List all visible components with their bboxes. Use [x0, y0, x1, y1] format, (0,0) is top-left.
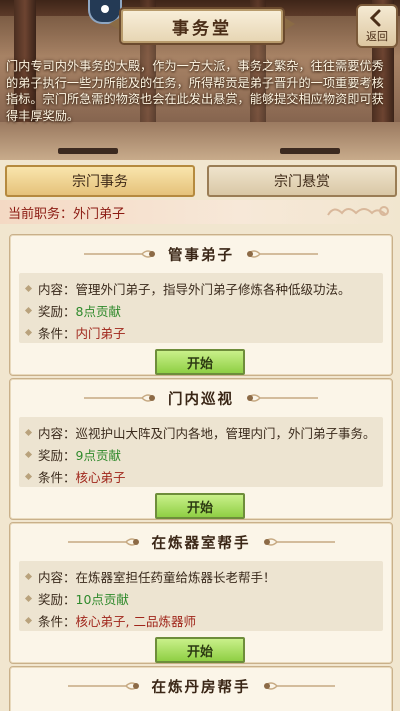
ornament-left-icon [67, 538, 139, 546]
quest-details: 内容： 巡视护山大阵及门内各地，管理内门，外门弟子事务。 奖励： 9点贡献 条件：核… [19, 417, 383, 487]
start-button[interactable]: 开始 [155, 349, 245, 375]
back-button[interactable]: 返回 [356, 4, 398, 48]
title-banner: 事务堂 [121, 9, 283, 43]
quest-details: 内容： 管理外门弟子，指导外门弟子修炼各种低级功法。 奖励： 8点贡献 条件： 内门弟… [19, 273, 383, 343]
quest-card: 在炼器室帮手 内容： 在炼器室担任药童给炼器长老帮手！ 奖励： 10点贡献 条件：核… [9, 522, 393, 664]
reward-label: 奖励： [38, 448, 76, 463]
tab-sect-bounties[interactable]: 宗门悬赏 [207, 165, 397, 197]
ornament-right-icon [246, 394, 318, 402]
quest-card: 管事弟子 内容： 管理外门弟子，指导外门弟子修炼各种低级功法。 奖励： 8点贡献 条… [9, 234, 393, 376]
quest-condition: 核心弟子 [75, 470, 126, 485]
quest-card: 在炼丹房帮手 [9, 666, 393, 711]
content-label: 内容： [38, 426, 76, 441]
quest-title: 在炼器室帮手 [151, 535, 251, 552]
content-label: 内容： [38, 570, 76, 585]
current-post-value: 外门弟子 [73, 206, 126, 222]
tab-bar: 宗门事务 宗门悬赏 [0, 165, 400, 197]
quest-details: 内容： 在炼器室担任药童给炼器长老帮手！ 奖励： 10点贡献 条件： 核心弟子, 二品… [19, 561, 383, 631]
quest-list[interactable]: 管事弟子 内容： 管理外门弟子，指导外门弟子修炼各种低级功法。 奖励： 8点贡献 条… [0, 228, 400, 711]
quest-content: 在炼器室担任药童给炼器长老帮手！ [75, 570, 276, 585]
ornament-left-icon [84, 394, 156, 402]
hall-description: 门内专司内外事务的大殿，作为一方大派，事务之繁杂，往往需要优秀的弟子执行一些力所… [6, 59, 384, 123]
current-post-label: 当前职务： [8, 206, 74, 222]
reward-label: 奖励： [38, 592, 76, 607]
ornament-right-icon [246, 250, 318, 258]
quest-reward: 9点贡献 [75, 448, 121, 463]
tab-sect-affairs[interactable]: 宗门事务 [5, 165, 195, 197]
quest-condition: 核心弟子, 二品炼器师 [75, 614, 196, 629]
back-label: 返回 [366, 30, 388, 43]
quest-card: 门内巡视 内容： 巡视护山大阵及门内各地，管理内门，外门弟子事务。 奖励： 9点贡献… [9, 378, 393, 520]
ornament-left-icon [67, 682, 139, 690]
ornament-left-icon [84, 250, 156, 258]
quest-content: 管理外门弟子，指导外门弟子修炼各种低级功法。 [75, 282, 351, 297]
back-arrow-icon [369, 9, 381, 27]
cloud-ornament-icon [327, 206, 389, 216]
quest-condition: 内门弟子 [75, 326, 126, 341]
quest-content: 巡视护山大阵及门内各地，管理内门，外门弟子事务。 [75, 426, 376, 441]
quest-title: 管事弟子 [168, 247, 234, 264]
quest-title: 门内巡视 [168, 391, 234, 408]
reward-label: 奖励： [38, 304, 76, 319]
start-button[interactable]: 开始 [155, 493, 245, 519]
quest-title: 在炼丹房帮手 [151, 679, 251, 696]
content-label: 内容： [38, 282, 76, 297]
quest-reward: 10点贡献 [75, 592, 129, 607]
page-title: 事务堂 [172, 18, 232, 39]
condition-label: 条件： [38, 614, 76, 629]
quest-reward: 8点贡献 [75, 304, 121, 319]
condition-label: 条件： [38, 470, 76, 485]
current-post-row: 当前职务： 外门弟子 [0, 200, 400, 224]
ornament-right-icon [263, 538, 335, 546]
ornament-right-icon [263, 682, 335, 690]
start-button[interactable]: 开始 [155, 637, 245, 663]
condition-label: 条件： [38, 326, 76, 341]
